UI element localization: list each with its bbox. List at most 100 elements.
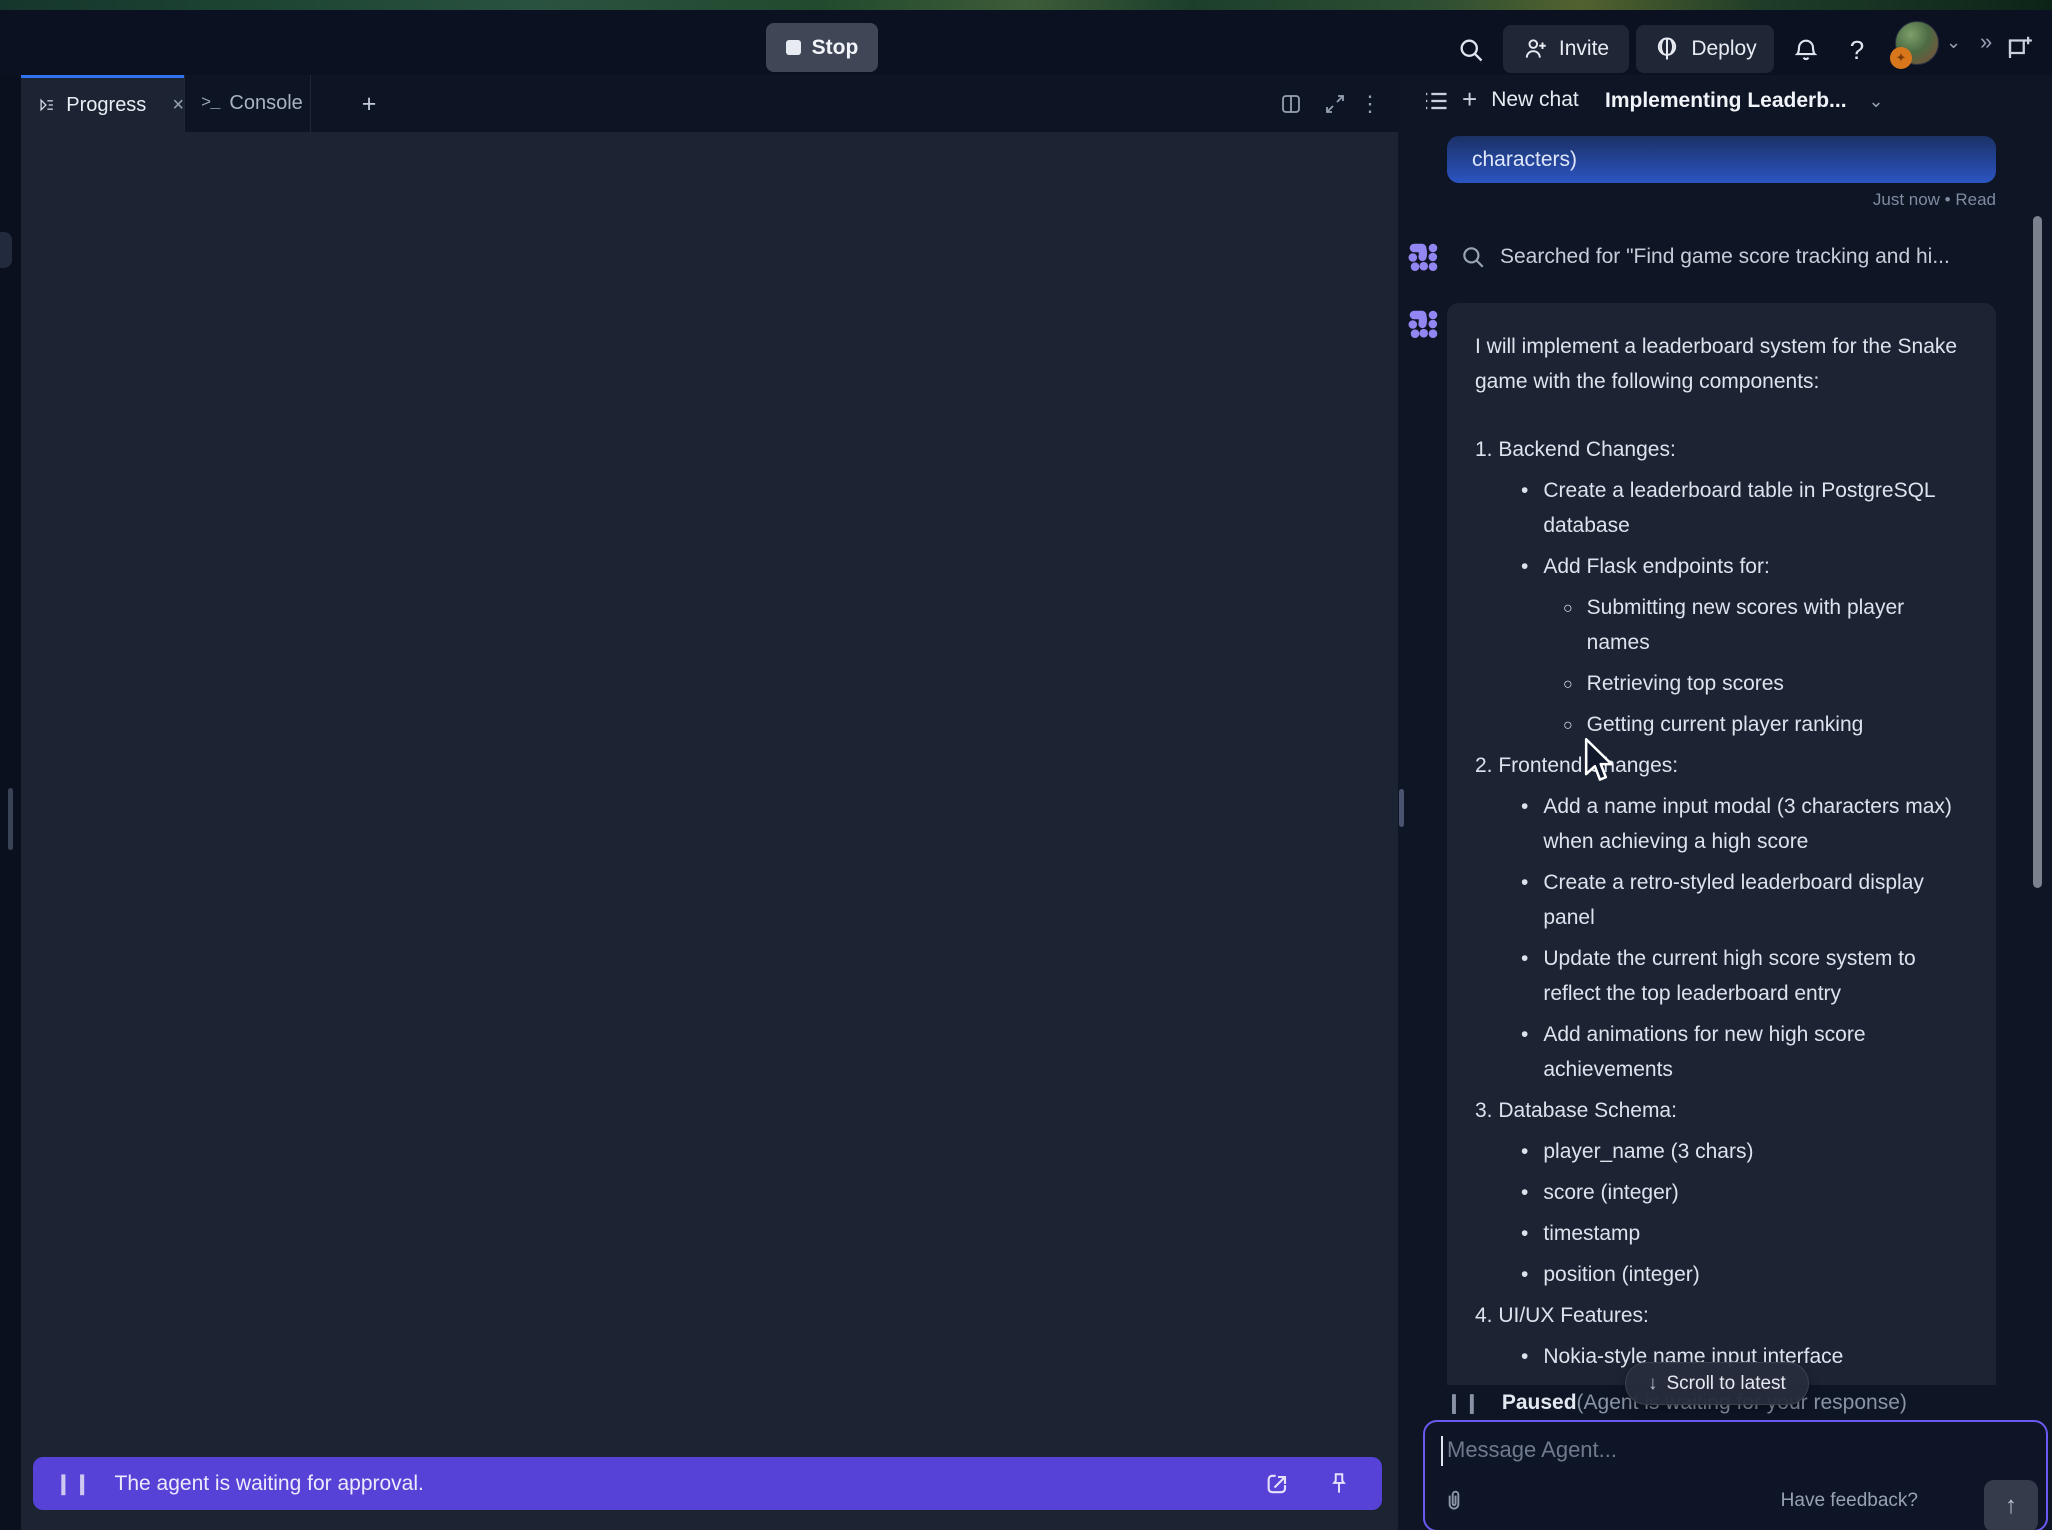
tab-close-icon[interactable]: ×	[172, 95, 184, 115]
bullet-icon: •	[1521, 1257, 1528, 1292]
deploy-button[interactable]: Deploy	[1636, 25, 1774, 73]
tab-strip: Progress × >_ Console +	[21, 75, 1398, 132]
help-button[interactable]: ?	[1835, 26, 1879, 74]
bullet-icon: •	[1521, 1017, 1528, 1087]
agent-list-item: •position (integer)	[1475, 1257, 1968, 1292]
split-pane-button[interactable]	[1277, 90, 1305, 118]
left-rail	[0, 75, 21, 1530]
sub-bullet-icon: ○	[1563, 591, 1573, 661]
bullet-icon: •	[1521, 1175, 1528, 1210]
invite-person-plus-icon	[1523, 36, 1549, 62]
paperclip-icon	[1441, 1488, 1467, 1514]
invite-button[interactable]: Invite	[1503, 25, 1629, 73]
agent-list-item: • score (integer)	[1475, 1175, 1968, 1210]
chat-scrollbar[interactable]	[2033, 216, 2042, 888]
bullet-icon: •	[1521, 941, 1528, 1011]
console-icon: >_	[201, 94, 219, 113]
agent-sublist-item-text: Getting current player ranking	[1587, 707, 1864, 742]
pause-icon: ❙❙	[1446, 1392, 1482, 1415]
attach-file-button[interactable]	[1437, 1484, 1471, 1518]
agent-chat-panel: + New chat Implementing Leaderb... ⌄ cha…	[1398, 75, 2052, 1530]
agent-search-row[interactable]: Searched for "Find game score tracking a…	[1398, 235, 2038, 279]
agent-list-section-title: 2. Frontend Changes:	[1475, 748, 1968, 783]
collapsed-sidebar-tab[interactable]	[0, 232, 12, 268]
scroll-to-latest-button[interactable]: ↓ Scroll to latest	[1625, 1362, 1809, 1405]
kebab-icon: ⋮	[1359, 91, 1381, 117]
message-input-placeholder: Message Agent...	[1447, 1437, 1617, 1463]
search-icon	[1460, 244, 1486, 270]
text-caret	[1441, 1436, 1443, 1466]
agent-message-card: I will implement a leaderboard system fo…	[1447, 303, 1996, 1385]
account-chevron-down-icon[interactable]: ⌄	[1946, 32, 1961, 53]
agent-message-intro: I will implement a leaderboard system fo…	[1475, 329, 1968, 399]
agent-sublist-item: ○Submitting new scores with player names	[1475, 590, 1968, 660]
message-status: Just now • Read	[1398, 190, 1996, 210]
up-arrow-icon: ↑	[2005, 1492, 2017, 1520]
pause-icon: ❙❙	[55, 1471, 93, 1496]
agent-list-item-text: player_name (3 chars)	[1543, 1134, 1753, 1169]
stop-button[interactable]: Stop	[766, 23, 878, 72]
agent-sublist-item: ○ Getting current player ranking	[1475, 707, 1968, 742]
new-chat-button[interactable]: + New chat	[1462, 84, 1579, 115]
new-chat-label: New chat	[1491, 88, 1579, 112]
question-icon: ?	[1850, 35, 1864, 66]
agent-list-item: •Add Flask endpoints for:	[1475, 549, 1968, 584]
tab-console[interactable]: >_ Console	[184, 75, 311, 132]
app-window: Stop Invite Deploy	[0, 0, 2052, 1530]
search-button[interactable]	[1447, 26, 1495, 74]
bell-icon	[1792, 36, 1820, 64]
agent-list-item-text: Add animations for new high score achiev…	[1543, 1017, 1968, 1087]
plus-icon: +	[362, 90, 377, 119]
thread-title-dropdown[interactable]: Implementing Leaderb... ⌄	[1605, 89, 1884, 113]
new-tab-button[interactable]: +	[353, 88, 385, 120]
bullet-icon: •	[1521, 549, 1528, 584]
top-header: Stop Invite Deploy	[0, 10, 2052, 75]
user-message-text: characters)	[1472, 148, 1577, 172]
agent-list-item-text: Add a name input modal (3 characters max…	[1543, 789, 1968, 859]
chat-header: + New chat Implementing Leaderb... ⌄	[1398, 75, 2052, 127]
chat-scroll-area: characters) Just now • Read	[1398, 127, 2052, 1385]
left-rail-drag-handle[interactable]	[8, 788, 13, 850]
expand-pane-button[interactable]	[1321, 90, 1349, 118]
bullet-icon: •	[1521, 1134, 1528, 1169]
new-pane-button[interactable]	[2000, 24, 2040, 72]
panel-divider-handle[interactable]	[1399, 789, 1404, 827]
flag-plus-icon	[2005, 33, 2035, 63]
agent-list-item: •Create a leaderboard table in PostgreSQ…	[1475, 473, 1968, 543]
bullet-icon: •	[1521, 473, 1528, 543]
collapse-double-chevron-icon[interactable]: »	[1980, 29, 1992, 55]
agent-list-item: •Create a retro-styled leaderboard displ…	[1475, 865, 1968, 935]
bullet-icon: •	[1521, 1339, 1528, 1374]
approval-banner: ❙❙ The agent is waiting for approval.	[33, 1457, 1382, 1510]
pane-menu-button[interactable]: ⋮	[1361, 90, 1379, 118]
sub-bullet-icon: ○	[1563, 708, 1573, 743]
agent-list-section-title: 4. UI/UX Features:	[1475, 1298, 1968, 1333]
replit-agent-logo-icon	[1408, 309, 1438, 339]
thread-title: Implementing Leaderb...	[1605, 89, 1847, 113]
tab-progress[interactable]: Progress ×	[21, 75, 184, 132]
agent-list-item: • player_name (3 chars)	[1475, 1134, 1968, 1169]
agent-list-section-title: 3. Database Schema:	[1475, 1093, 1968, 1128]
bullet-icon: •	[1521, 865, 1528, 935]
chat-history-button[interactable]	[1422, 87, 1450, 115]
workspace-panel: Progress × >_ Console +	[21, 75, 1398, 1530]
agent-sublist-item: ○Retrieving top scores	[1475, 666, 1968, 701]
agent-list-item-text: score (integer)	[1543, 1175, 1678, 1210]
agent-sublist-item-text: Submitting new scores with player names	[1587, 590, 1968, 660]
agent-list-item-text: Create a leaderboard table in PostgreSQL…	[1543, 473, 1968, 543]
agent-list-item: •Update the current high score system to…	[1475, 941, 1968, 1011]
split-pane-icon	[1279, 92, 1303, 116]
pin-icon[interactable]	[1326, 1471, 1352, 1497]
notifications-button[interactable]	[1782, 26, 1830, 74]
searched-text: Searched for "Find game score tracking a…	[1500, 245, 1950, 269]
progress-icon	[39, 94, 54, 116]
send-button[interactable]: ↑	[1984, 1480, 2038, 1530]
message-input[interactable]: Message Agent... Have feedback? ↑	[1423, 1420, 2048, 1530]
stop-icon	[786, 40, 801, 55]
avatar[interactable]: ✦	[1895, 21, 1939, 65]
invite-label: Invite	[1559, 37, 1609, 61]
expand-icon	[1323, 92, 1347, 116]
agent-list-item: •Add a name input modal (3 characters ma…	[1475, 789, 1968, 859]
open-in-pane-icon[interactable]	[1264, 1470, 1292, 1498]
have-feedback-link[interactable]: Have feedback?	[1781, 1490, 1918, 1512]
